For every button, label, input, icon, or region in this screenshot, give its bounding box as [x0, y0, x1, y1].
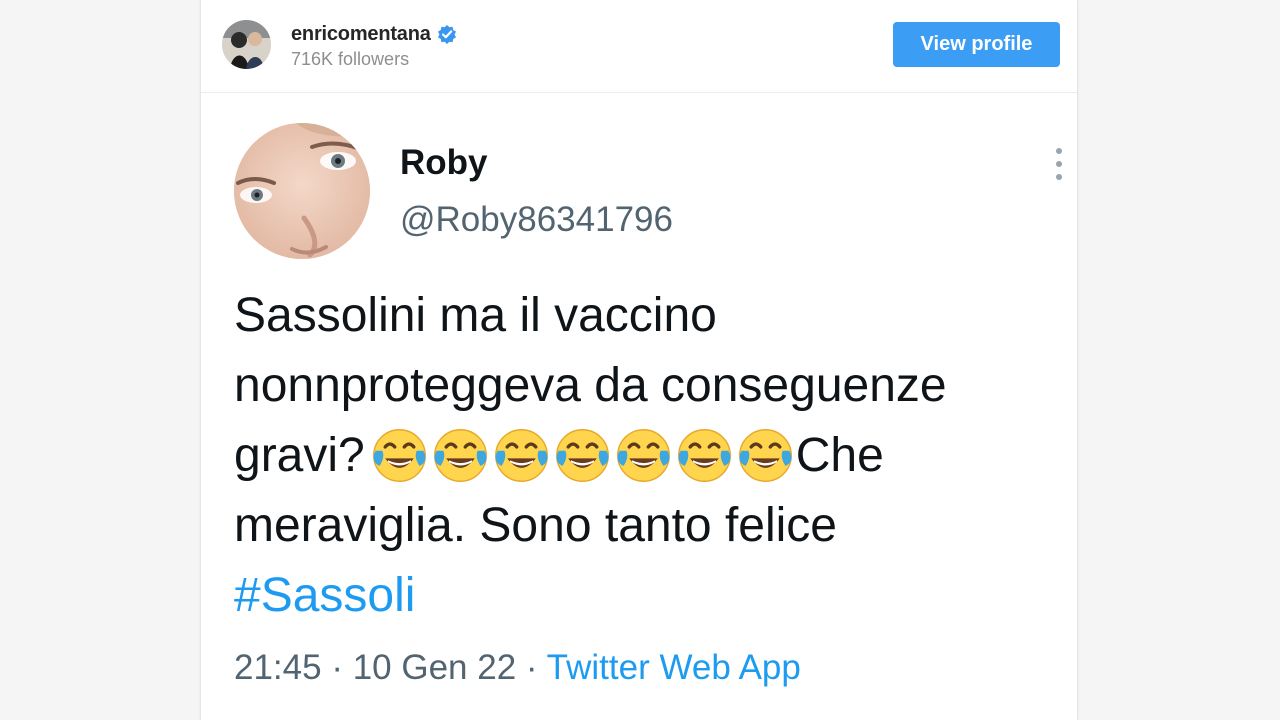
face-with-tears-of-joy-icon — [674, 425, 735, 486]
view-profile-button[interactable]: View profile — [893, 22, 1060, 67]
more-vertical-icon[interactable] — [1053, 145, 1065, 183]
face-with-tears-of-joy-icon — [613, 425, 674, 486]
tweet-hashtag-line: #Sassoli — [234, 561, 1064, 631]
username-row: enricomentana — [291, 22, 457, 46]
face-with-tears-of-joy-icon — [430, 425, 491, 486]
meta-separator: · — [321, 648, 353, 687]
tweet-time: 21:45 — [234, 648, 322, 687]
instagram-header: enricomentana 716K followers View profil… — [201, 0, 1077, 93]
tweet-body: Sassolini ma il vaccino nonnproteggeva d… — [234, 281, 1064, 631]
tweet-text-line-4: meraviglia. Sono tanto felice — [234, 499, 837, 552]
profile-avatar[interactable] — [222, 20, 271, 69]
verified-badge-icon — [437, 24, 457, 44]
tweet-screenshot: Roby @Roby86341796 Sassolini ma il vacci… — [203, 93, 1075, 720]
meta-separator: · — [516, 648, 547, 687]
tweet-meta: 21:45 · 10 Gen 22 · Twitter Web App — [234, 648, 801, 688]
tweet-hashtag[interactable]: #Sassoli — [234, 569, 415, 622]
face-with-tears-of-joy-icon — [735, 425, 796, 486]
avatar-image — [222, 20, 271, 69]
tweet-avatar — [234, 123, 370, 259]
followers-count: 716K followers — [291, 49, 410, 69]
tweet-text-line-2: nonnproteggeva da conseguenze — [234, 359, 947, 412]
tweet-text-line-3-end: Che — [795, 429, 884, 482]
face-with-tears-of-joy-icon — [491, 425, 552, 486]
tweet-text-line-3: gravi? Che — [234, 421, 1064, 491]
profile-username[interactable]: enricomentana — [291, 23, 431, 46]
face-with-tears-of-joy-icon — [552, 425, 613, 486]
page: enricomentana 716K followers View profil… — [0, 0, 1280, 720]
emoji-group — [369, 428, 796, 486]
tweet-author-handle: @Roby86341796 — [400, 200, 673, 239]
tweet-avatar-image — [234, 123, 370, 259]
tweet-author-name: Roby — [400, 143, 488, 182]
tweet-date: 10 Gen 22 — [352, 648, 517, 687]
tweet-source-link[interactable]: Twitter Web App — [547, 648, 801, 687]
tweet-text-line-1: Sassolini ma il vaccino — [234, 289, 717, 342]
tweet-text-line-3-start: gravi? — [234, 429, 365, 482]
face-with-tears-of-joy-icon — [369, 425, 430, 486]
instagram-embed-card: enricomentana 716K followers View profil… — [200, 0, 1078, 720]
